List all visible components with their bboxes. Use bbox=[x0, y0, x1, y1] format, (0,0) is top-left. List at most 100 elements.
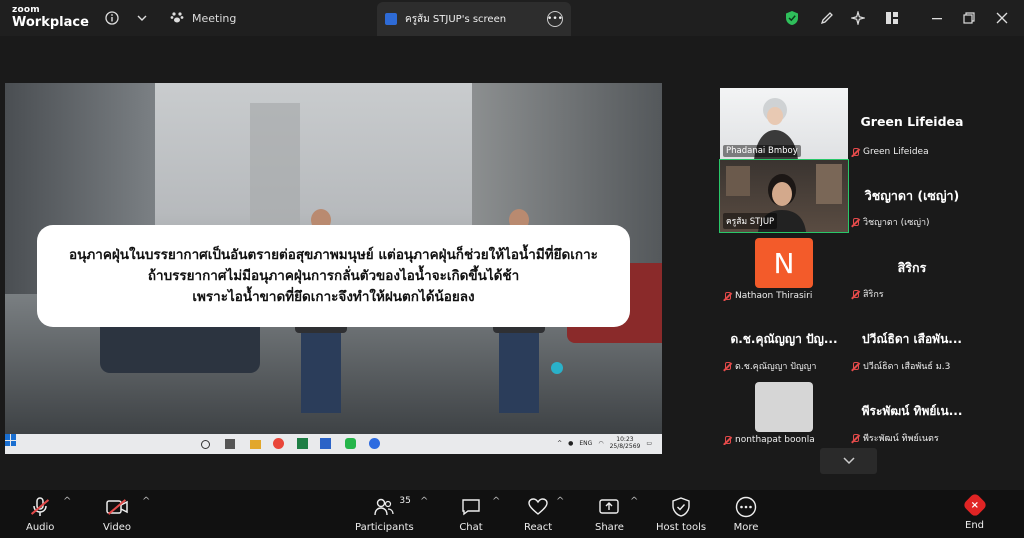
paw-icon bbox=[170, 10, 184, 27]
meeting-toolbar: Audio ^ Video ^ 35 Participants ^ Chat ^ bbox=[0, 490, 1024, 538]
zoom-logo: zoom Workplace bbox=[12, 6, 89, 30]
restore-icon[interactable] bbox=[957, 6, 981, 30]
react-options-caret[interactable]: ^ bbox=[556, 496, 564, 507]
pen-icon[interactable] bbox=[815, 6, 839, 30]
task-view-icon bbox=[225, 439, 235, 449]
system-tray: ^ ● ENG ◠ 10:23 25/8/2569 ▭ bbox=[557, 436, 652, 450]
video-options-caret[interactable]: ^ bbox=[142, 496, 150, 507]
participant-big-name: วิชญาดา (เซญ่า) bbox=[864, 188, 960, 203]
share-options-caret[interactable]: ^ bbox=[630, 496, 638, 507]
screen-share-icon bbox=[385, 13, 397, 25]
mic-muted-icon bbox=[851, 433, 859, 443]
share-button[interactable]: Share bbox=[595, 496, 624, 533]
audio-options-caret[interactable]: ^ bbox=[63, 496, 71, 507]
participant-name-tag: Phadanai Bmboy bbox=[723, 145, 801, 157]
participant-tile[interactable]: ปวีณ์ธิดา เสือพัน... ปวีณ์ธิดา เสือพันธ์… bbox=[848, 304, 976, 376]
building-center bbox=[250, 103, 300, 243]
video-label: Video bbox=[103, 522, 132, 533]
minimize-icon[interactable] bbox=[925, 6, 949, 30]
participant-name: Nathaon Thirasiri bbox=[735, 291, 813, 301]
participant-big-name: Green Lifeidea bbox=[860, 114, 964, 129]
participant-footer: วิชญาดา (เซญ่า) bbox=[851, 215, 930, 229]
layout-icon[interactable] bbox=[880, 6, 904, 30]
participant-footer: ด.ช.คุณัญญา ปัญญา bbox=[723, 359, 816, 373]
shield-icon[interactable] bbox=[780, 6, 804, 30]
participant-tile[interactable]: Phadanai Bmboy bbox=[720, 88, 848, 160]
participant-name: ด.ช.คุณัญญา ปัญญา bbox=[735, 362, 817, 372]
chat-label: Chat bbox=[459, 522, 483, 533]
participant-name: nonthapat boonla bbox=[735, 435, 815, 445]
pointer-dot bbox=[551, 362, 563, 374]
react-button[interactable]: React bbox=[524, 496, 552, 533]
participant-tile[interactable]: ด.ช.คุณัญญา ปัญ... ด.ช.คุณัญญา ปัญญา bbox=[720, 304, 848, 376]
participant-tile-active-speaker[interactable]: ครูส้ม STJUP bbox=[719, 159, 849, 233]
participant-avatar bbox=[755, 382, 813, 432]
chat-button[interactable]: Chat bbox=[458, 496, 484, 533]
share-screen-icon bbox=[596, 496, 622, 518]
more-icon[interactable]: ••• bbox=[547, 11, 563, 27]
participant-tile[interactable]: สิริกร สิริกร bbox=[848, 232, 976, 304]
audio-button[interactable]: Audio bbox=[26, 496, 54, 533]
file-explorer-icon bbox=[250, 440, 261, 449]
zoom-app-icon bbox=[369, 438, 380, 449]
mic-muted-icon bbox=[723, 291, 731, 301]
meeting-tab[interactable]: Meeting bbox=[170, 6, 236, 30]
zoom-window: zoom Workplace Meeting ครูส้ม STJUP's sc… bbox=[0, 0, 1024, 538]
excel-icon bbox=[297, 438, 308, 449]
participant-footer: nonthapat boonla bbox=[723, 435, 815, 445]
meeting-tab-label: Meeting bbox=[192, 11, 237, 25]
chevron-down-icon bbox=[842, 453, 855, 469]
participant-footer: ปวีณ์ธิดา เสือพันธ์ ม.3 bbox=[851, 359, 950, 373]
participants-options-caret[interactable]: ^ bbox=[420, 496, 428, 507]
participant-name: ปวีณ์ธิดา เสือพันธ์ ม.3 bbox=[863, 362, 951, 372]
caption-line: ถ้าบรรยากาศไม่มีอนุภาคฝุ่นการกลั่นตัวของ… bbox=[147, 267, 520, 284]
chat-options-caret[interactable]: ^ bbox=[492, 496, 500, 507]
chevron-down-icon[interactable] bbox=[130, 6, 154, 30]
mic-muted-icon bbox=[851, 361, 859, 371]
participant-tile[interactable]: พีระพัฒน์ ทิพย์เน... พีระพัฒน์ ทิพย์เนตร bbox=[848, 376, 976, 448]
clock: 10:23 25/8/2569 bbox=[610, 436, 641, 450]
caption-line: เพราะไอน้ำขาดที่ยึดเกาะจึงทำให้ฝนตกได้น้… bbox=[192, 288, 475, 305]
participant-tile[interactable]: วิชญาดา (เซญ่า) วิชญาดา (เซญ่า) bbox=[848, 160, 976, 232]
participant-tile[interactable]: N Nathaon Thirasiri bbox=[720, 232, 848, 304]
mic-muted-icon bbox=[723, 361, 731, 371]
participants-button[interactable]: 35 Participants bbox=[355, 496, 414, 533]
participants-count-badge: 35 bbox=[399, 496, 411, 506]
chevron-up-icon: ^ bbox=[557, 439, 563, 447]
more-icon bbox=[733, 496, 759, 518]
screen-share-tab[interactable]: ครูส้ม STJUP's screen ••• bbox=[377, 2, 571, 36]
shared-screen[interactable]: อนุภาคฝุ่นในบรรยากาศเป็นอันตรายต่อสุขภาพ… bbox=[5, 83, 662, 454]
end-meeting-button[interactable]: × End bbox=[961, 492, 988, 531]
audio-label: Audio bbox=[26, 522, 55, 533]
gallery-scroll-down-button[interactable] bbox=[820, 448, 877, 474]
host-tools-label: Host tools bbox=[656, 522, 707, 533]
participant-name: สิริกร bbox=[863, 290, 884, 300]
participants-icon: 35 bbox=[371, 496, 411, 518]
shield-icon bbox=[668, 496, 694, 518]
end-label: End bbox=[965, 520, 985, 531]
participants-label: Participants bbox=[355, 522, 414, 533]
more-button[interactable]: More bbox=[733, 496, 759, 533]
close-icon[interactable] bbox=[990, 6, 1014, 30]
participant-avatar: N bbox=[755, 238, 813, 288]
language-indicator: ENG bbox=[579, 439, 593, 447]
mic-muted-icon bbox=[851, 147, 859, 157]
sparkle-icon[interactable] bbox=[846, 6, 870, 30]
word-icon bbox=[320, 438, 331, 449]
clock-date: 25/8/2569 bbox=[609, 443, 641, 450]
title-bar: zoom Workplace Meeting ครูส้ม STJUP's sc… bbox=[0, 0, 1024, 36]
more-label: More bbox=[733, 522, 759, 533]
participant-tile[interactable]: nonthapat boonla bbox=[720, 376, 848, 448]
mic-muted-icon bbox=[851, 289, 859, 299]
host-tools-button[interactable]: Host tools bbox=[656, 496, 706, 533]
wifi-icon: ◠ bbox=[598, 439, 604, 447]
info-icon[interactable] bbox=[100, 6, 124, 30]
windows-start-icon bbox=[5, 434, 17, 446]
participant-name: พีระพัฒน์ ทิพย์เนตร bbox=[863, 434, 939, 444]
participant-name: วิชญาดา (เซญ่า) bbox=[863, 218, 930, 228]
camera-off-icon bbox=[104, 496, 130, 518]
mic-muted-icon bbox=[723, 435, 731, 445]
participant-tile[interactable]: Green Lifeidea Green Lifeidea bbox=[848, 88, 976, 160]
video-button[interactable]: Video bbox=[103, 496, 131, 533]
participant-footer: พีระพัฒน์ ทิพย์เนตร bbox=[851, 431, 939, 445]
